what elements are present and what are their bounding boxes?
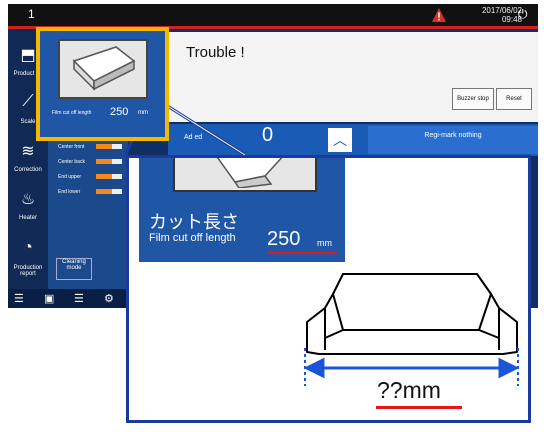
package-diagram	[303, 273, 520, 386]
unknown-underline	[376, 406, 462, 409]
thumbnail-label: Film cut off length	[52, 110, 92, 116]
film-length-thumbnail[interactable]: Film cut off length 250 mm	[36, 27, 169, 141]
film-package-icon	[58, 39, 148, 99]
zoom-panel: カット長さ Film cut off length 250 mm ??mm	[126, 155, 531, 423]
unknown-length-label: ??mm	[377, 377, 441, 403]
thumbnail-unit: mm	[138, 110, 148, 116]
thumbnail-value: 250	[110, 106, 129, 118]
film-package-icon	[306, 273, 518, 355]
